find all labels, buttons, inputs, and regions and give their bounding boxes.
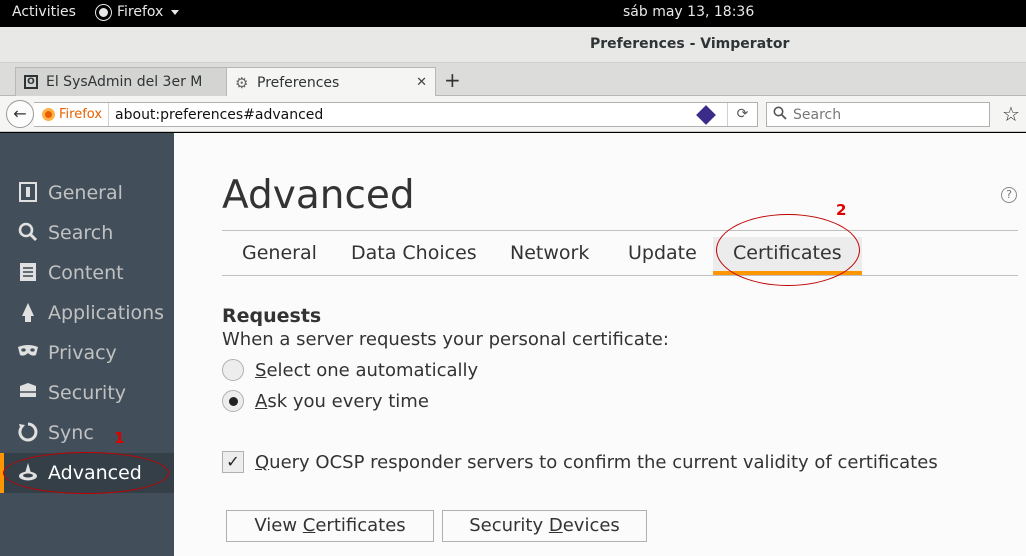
radio-button-selected[interactable] <box>222 390 244 412</box>
chevron-down-icon <box>171 9 180 15</box>
close-tab-icon[interactable]: ✕ <box>416 75 427 90</box>
radio-label: Ask you every time <box>255 390 429 412</box>
sidebar-item-security[interactable]: Security <box>0 373 174 413</box>
window-titlebar: Preferences - Vimperator <box>0 27 1026 63</box>
url-bar[interactable]: Firefox about:preferences#advanced ⟳ <box>34 102 758 127</box>
search-icon <box>17 222 39 244</box>
radio-ask-every-time[interactable]: Ask you every time <box>222 390 429 412</box>
firefox-identity-icon <box>42 108 55 121</box>
content-icon <box>17 262 39 284</box>
page-title: Advanced <box>222 173 415 218</box>
view-certificates-button[interactable]: View Certificates <box>226 510 434 542</box>
sidebar-item-label: Privacy <box>48 342 117 364</box>
identity-label: Firefox <box>59 107 103 122</box>
radio-label: Select one automatically <box>255 359 479 381</box>
tab-label: Preferences <box>257 74 340 91</box>
sidebar-item-label: Content <box>48 262 124 284</box>
firefox-logo-icon <box>96 4 111 20</box>
page-favicon-icon: O <box>24 75 38 89</box>
tabs-top-divider <box>222 230 1018 231</box>
applications-icon <box>17 302 39 324</box>
identity-box[interactable]: Firefox <box>34 103 110 126</box>
sidebar-item-content[interactable]: Content <box>0 253 174 293</box>
sync-icon <box>17 422 39 444</box>
tab-label: El SysAdmin del 3er M <box>46 74 203 90</box>
activities-button[interactable]: Activities <box>12 4 76 20</box>
sidebar-item-label: Applications <box>48 302 165 324</box>
security-devices-button[interactable]: Security Devices <box>442 510 647 542</box>
sidebar-item-label: Security <box>48 382 127 404</box>
new-tab-plus-icon[interactable]: + <box>444 68 461 92</box>
tab-general[interactable]: General <box>222 237 337 275</box>
sidebar-item-label: Sync <box>48 422 94 444</box>
gear-icon: ⚙ <box>235 73 249 92</box>
tabs-bottom-divider <box>222 275 1018 276</box>
app-menu-label: Firefox <box>117 4 164 20</box>
annotation-ellipse-advanced <box>3 452 169 494</box>
radio-select-automatically[interactable]: Select one automatically <box>222 359 478 381</box>
ocsp-checkbox-row[interactable]: ✓ Query OCSP responder servers to confir… <box>222 451 938 473</box>
reload-icon[interactable]: ⟳ <box>727 103 757 126</box>
requests-heading: Requests <box>222 305 322 327</box>
tab-data-choices[interactable]: Data Choices <box>331 237 497 275</box>
checkbox-checked[interactable]: ✓ <box>222 451 244 473</box>
ocsp-label: Query OCSP responder servers to confirm … <box>255 451 938 473</box>
sidebar-item-privacy[interactable]: Privacy <box>0 333 174 373</box>
bookmark-star-icon[interactable]: ☆ <box>1002 102 1020 126</box>
tab-network[interactable]: Network <box>490 237 609 275</box>
gnome-top-bar: Activities Firefox sáb may 13, 18:36 <box>0 0 1026 27</box>
app-menu[interactable]: Firefox <box>96 4 180 20</box>
url-text[interactable]: about:preferences#advanced <box>109 107 699 123</box>
sidebar-item-sync[interactable]: Sync <box>0 413 174 453</box>
navigation-toolbar: ← Firefox about:preferences#advanced ⟳ S… <box>0 96 1026 132</box>
sidebar-item-search[interactable]: Search <box>0 213 174 253</box>
annotation-number-2: 2 <box>836 201 847 219</box>
annotation-ellipse-certificates <box>716 214 860 286</box>
tab-update[interactable]: Update <box>608 237 717 275</box>
sidebar-item-general[interactable]: General <box>0 173 174 213</box>
tab-preferences[interactable]: ⚙ Preferences ✕ <box>226 67 436 97</box>
security-icon <box>17 382 39 404</box>
sidebar-item-label: General <box>48 182 123 204</box>
requests-description: When a server requests your personal cer… <box>222 329 669 350</box>
radio-button[interactable] <box>222 359 244 381</box>
clock[interactable]: sáb may 13, 18:36 <box>623 4 754 20</box>
sidebar-item-label: Search <box>48 222 114 244</box>
search-bar[interactable]: Search <box>766 102 990 127</box>
privacy-mask-icon <box>17 342 39 364</box>
search-magnifier-icon <box>773 106 787 124</box>
back-arrow-icon[interactable]: ← <box>6 100 34 128</box>
general-icon <box>17 182 39 204</box>
preferences-pane: Advanced ? General Data Choices Network … <box>174 133 1026 556</box>
tab-sysadmin[interactable]: O El SysAdmin del 3er M <box>15 67 227 96</box>
help-icon[interactable]: ? <box>1001 187 1017 203</box>
vimperator-icon[interactable] <box>696 104 716 125</box>
search-placeholder: Search <box>793 106 842 123</box>
tab-strip: O El SysAdmin del 3er M ⚙ Preferences ✕ … <box>0 63 1026 97</box>
sidebar-item-applications[interactable]: Applications <box>0 293 174 333</box>
annotation-number-1: 1 <box>114 429 125 447</box>
window-title: Preferences - Vimperator <box>590 36 790 52</box>
